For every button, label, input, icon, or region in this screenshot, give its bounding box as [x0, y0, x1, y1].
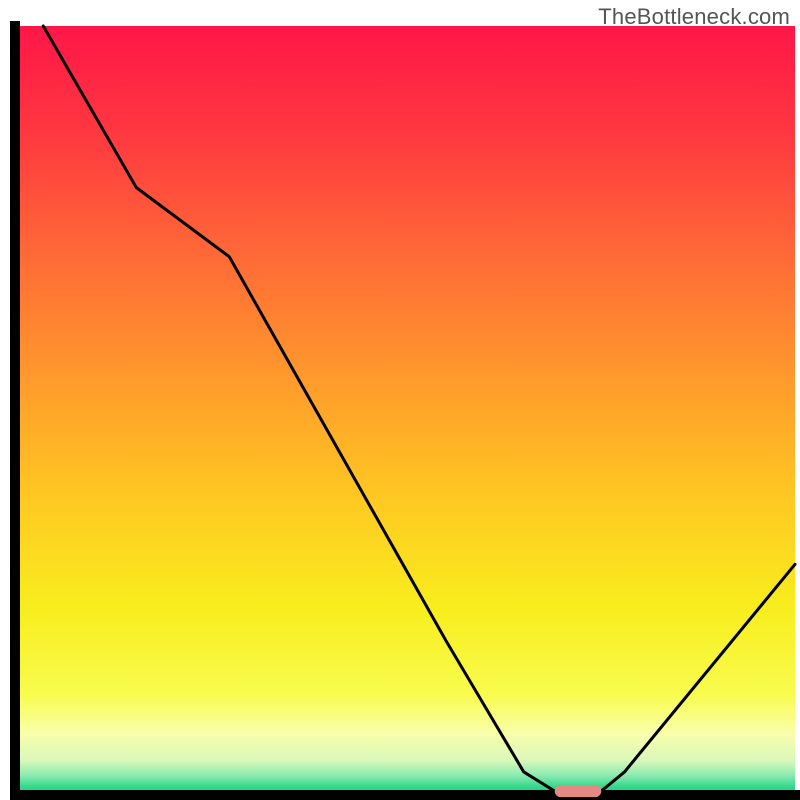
chart-svg	[0, 0, 800, 800]
optimal-marker	[555, 785, 602, 797]
plot-background	[20, 26, 795, 795]
bottleneck-chart: TheBottleneck.com	[0, 0, 800, 800]
watermark-label: TheBottleneck.com	[598, 4, 790, 30]
